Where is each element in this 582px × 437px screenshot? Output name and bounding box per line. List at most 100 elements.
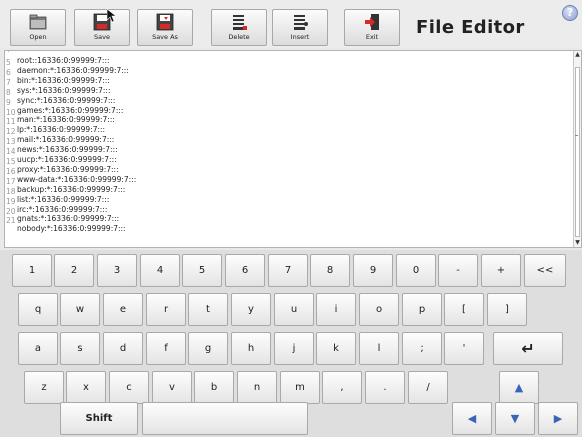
key[interactable]: o	[359, 293, 399, 326]
key[interactable]: ;	[402, 332, 442, 365]
editor-lines: root::16336:0:99999:7::: daemon:*:16336:0…	[17, 51, 573, 247]
delete-label: Delete	[228, 33, 250, 41]
key[interactable]: [	[444, 293, 484, 326]
scroll-up-icon[interactable]: ▲	[574, 51, 581, 59]
key[interactable]: p	[402, 293, 442, 326]
key[interactable]: 5	[182, 254, 222, 287]
line-number: 16	[6, 166, 16, 176]
vertical-scrollbar[interactable]: ▲ ▼	[573, 51, 581, 247]
editor-line[interactable]: irc:*:16336:0:99999:7:::	[17, 205, 107, 214]
key[interactable]: -	[438, 254, 478, 287]
key[interactable]: 4	[140, 254, 180, 287]
editor-line[interactable]: uucp:*:16336:0:99999:7:::	[17, 155, 117, 164]
key[interactable]: +	[481, 254, 521, 287]
key[interactable]: m	[280, 371, 320, 404]
space-key[interactable]	[142, 402, 308, 435]
text-editor[interactable]: 4 5 6 7 8 9 10 11 12 13 14 15 16 17 18 19 20 21 root::16…	[4, 50, 582, 248]
key[interactable]: 6	[225, 254, 265, 287]
backspace-key[interactable]: <<	[524, 254, 566, 287]
key[interactable]: 2	[54, 254, 94, 287]
key[interactable]: w	[60, 293, 100, 326]
key[interactable]: s	[60, 332, 100, 365]
key[interactable]: t	[188, 293, 228, 326]
key[interactable]: ,	[322, 371, 362, 404]
arrow-right-key[interactable]: ▶	[538, 402, 578, 435]
line-number: 21	[6, 216, 16, 226]
line-number: 5	[6, 58, 11, 67]
line-number-gutter: 4 5 6 7 8 9 10 11 12 13 14 15 16 17 18 19 20 21	[5, 51, 17, 247]
key[interactable]: v	[152, 371, 192, 404]
key[interactable]: e	[103, 293, 143, 326]
key[interactable]: 3	[97, 254, 137, 287]
arrow-down-key[interactable]: ▼	[495, 402, 535, 435]
insert-label: Insert	[290, 33, 310, 41]
key[interactable]: ]	[487, 293, 527, 326]
key[interactable]: n	[237, 371, 277, 404]
key[interactable]: d	[103, 332, 143, 365]
editor-line[interactable]: gnats:*:16336:0:99999:7:::	[17, 214, 119, 223]
editor-line[interactable]: root::16336:0:99999:7:::	[17, 56, 110, 65]
save-button[interactable]: Save	[74, 9, 130, 46]
editor-line[interactable]: news:*:16336:0:99999:7:::	[17, 145, 118, 154]
key[interactable]: z	[24, 371, 64, 404]
key[interactable]: h	[231, 332, 271, 365]
editor-line[interactable]: bin:*:16336:0:99999:7:::	[17, 76, 110, 85]
delete-button[interactable]: Delete	[211, 9, 267, 46]
editor-line[interactable]: daemon:*:16336:0:99999:7:::	[17, 66, 129, 75]
key[interactable]: b	[194, 371, 234, 404]
editor-line[interactable]: lp:*:16336:0:99999:7:::	[17, 125, 105, 134]
key[interactable]: 7	[268, 254, 308, 287]
key[interactable]: c	[109, 371, 149, 404]
editor-line[interactable]: man:*:16336:0:99999:7:::	[17, 115, 115, 124]
editor-line[interactable]: nobody:*:16336:0:99999:7:::	[17, 224, 126, 233]
key[interactable]: r	[146, 293, 186, 326]
editor-line[interactable]: list:*:16336:0:99999:7:::	[17, 195, 109, 204]
key[interactable]: q	[18, 293, 58, 326]
exit-label: Exit	[365, 33, 379, 41]
editor-line[interactable]: proxy:*:16336:0:99999:7:::	[17, 165, 119, 174]
editor-line[interactable]: sys:*:16336:0:99999:7:::	[17, 86, 110, 95]
line-number: 9	[6, 97, 11, 107]
key[interactable]: a	[18, 332, 58, 365]
help-icon[interactable]: ?	[562, 5, 578, 21]
open-button[interactable]: Open	[10, 9, 66, 46]
scroll-down-icon[interactable]: ▼	[574, 239, 581, 247]
key[interactable]: /	[408, 371, 448, 404]
shift-key[interactable]: Shift	[60, 402, 138, 435]
key[interactable]: 0	[396, 254, 436, 287]
insert-button[interactable]: Insert	[272, 9, 328, 46]
exit-button[interactable]: Exit	[344, 9, 400, 46]
editor-line[interactable]: backup:*:16336:0:99999:7:::	[17, 185, 125, 194]
key[interactable]: l	[359, 332, 399, 365]
key[interactable]: j	[274, 332, 314, 365]
key[interactable]: 8	[310, 254, 350, 287]
key[interactable]: 1	[12, 254, 52, 287]
editor-line[interactable]: mail:*:16336:0:99999:7:::	[17, 135, 114, 144]
key[interactable]: 9	[353, 254, 393, 287]
line-number: 10	[6, 107, 16, 117]
save-as-button[interactable]: Save As	[137, 9, 193, 46]
key[interactable]: y	[231, 293, 271, 326]
key[interactable]: g	[188, 332, 228, 365]
line-number: 14	[6, 147, 16, 157]
key[interactable]: i	[316, 293, 356, 326]
line-number: 20	[6, 206, 16, 216]
enter-key[interactable]: ↵	[493, 332, 563, 365]
key[interactable]: f	[146, 332, 186, 365]
arrow-left-key[interactable]: ◀	[452, 402, 492, 435]
toolbar: Open Save Save As Delete Insert Exit Fil…	[0, 0, 582, 48]
save-as-icon	[156, 13, 174, 31]
editor-line[interactable]: games:*:16336:0:99999:7:::	[17, 106, 123, 115]
scrollbar-thumb[interactable]	[575, 67, 580, 237]
key[interactable]: .	[365, 371, 405, 404]
key[interactable]: x	[66, 371, 106, 404]
save-as-label: Save As	[152, 33, 178, 41]
line-number: 19	[6, 196, 16, 206]
key[interactable]: k	[316, 332, 356, 365]
editor-line[interactable]: sync:*:16336:0:99999:7:::	[17, 96, 115, 105]
scrollbar-grip	[575, 135, 578, 136]
editor-line[interactable]: www-data:*:16336:0:99999:7:::	[17, 175, 136, 184]
arrow-up-key[interactable]: ▲	[499, 371, 539, 404]
key[interactable]: u	[274, 293, 314, 326]
key[interactable]: '	[444, 332, 484, 365]
